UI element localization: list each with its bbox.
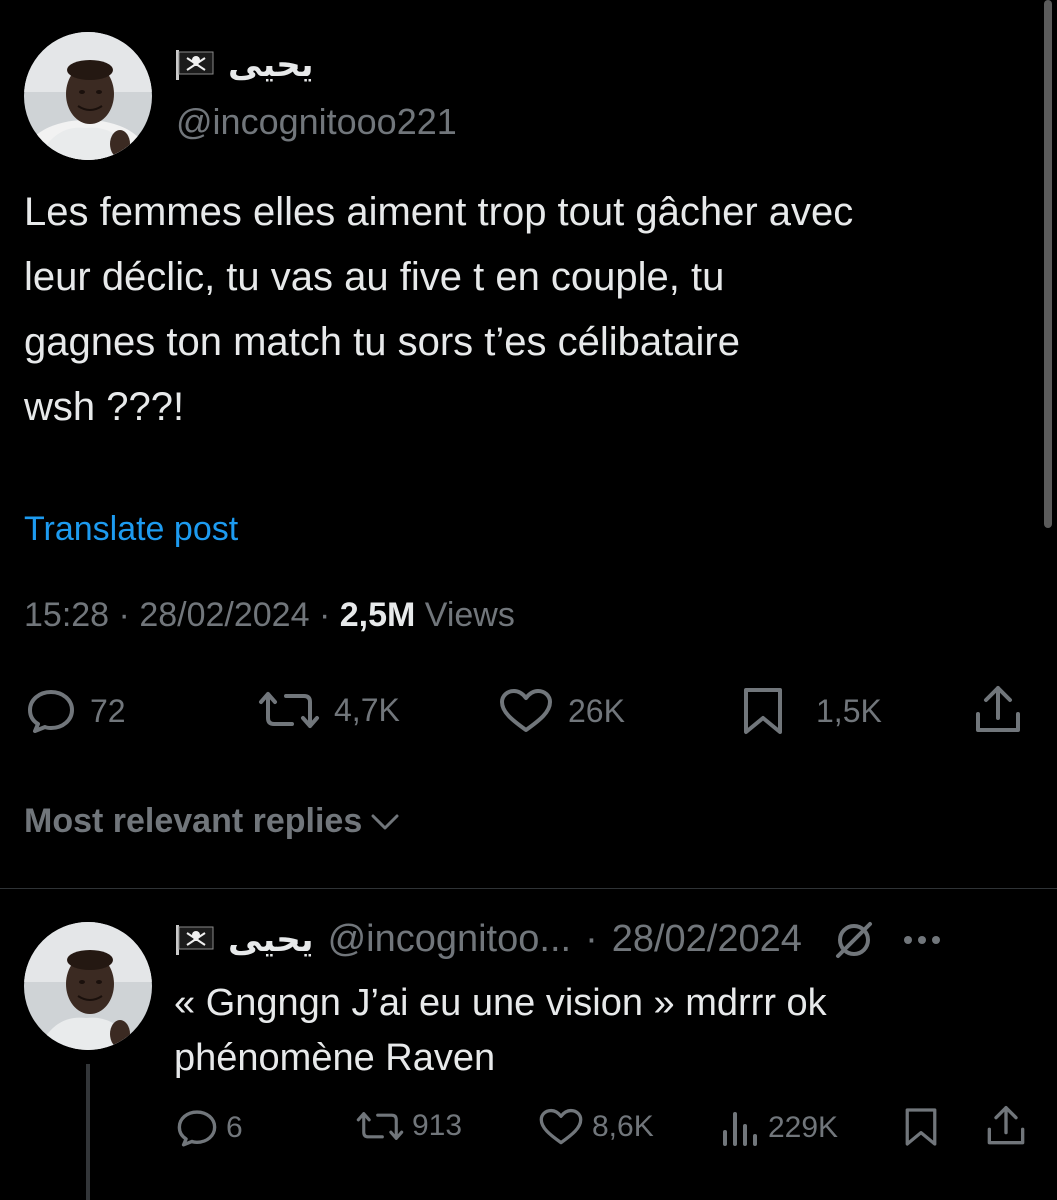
views-label: Views xyxy=(424,596,515,634)
share-icon xyxy=(987,1105,1025,1145)
reply-count: 72 xyxy=(90,692,126,729)
repost-count: 4,7K xyxy=(334,691,400,728)
thread-line xyxy=(86,1064,90,1200)
post-text: Les femmes elles aiment trop tout gâcher… xyxy=(24,190,854,429)
like-count: 26K xyxy=(568,692,625,729)
post-date: 28/02/2024 xyxy=(139,596,310,634)
reply-reply-button[interactable]: 6 xyxy=(176,1108,243,1148)
comment-icon xyxy=(177,1110,217,1147)
repost-icon xyxy=(259,692,319,728)
post-time: 15:28 xyxy=(24,596,110,634)
bookmark-button[interactable]: 1,5K xyxy=(742,686,882,736)
repost-icon xyxy=(356,1112,404,1140)
translate-post-link[interactable]: Translate post xyxy=(24,510,238,549)
reply-repost-count: 913 xyxy=(412,1109,463,1142)
divider xyxy=(0,888,1057,889)
reply-date: 28/02/2024 xyxy=(611,918,802,960)
share-icon xyxy=(976,686,1020,732)
reply-like-button[interactable]: 8,6K xyxy=(538,1108,654,1146)
reply-like-count: 8,6K xyxy=(592,1110,654,1143)
reply-reply-count: 6 xyxy=(226,1111,243,1144)
comment-icon xyxy=(28,690,74,733)
reply-text: « Gngngn J’ai eu une vision » mdrrr ok p… xyxy=(174,982,827,1079)
share-button[interactable] xyxy=(974,684,1022,736)
reply-author-name[interactable]: يحيى xyxy=(228,923,314,957)
reply-bookmark-button[interactable] xyxy=(904,1106,938,1148)
pirate-flag-icon xyxy=(176,50,214,80)
reply-repost-button[interactable]: 913 xyxy=(356,1108,462,1144)
author-handle[interactable]: @incognitooo221 xyxy=(176,104,457,140)
pirate-flag-icon xyxy=(176,924,214,955)
views-count[interactable]: 2,5M xyxy=(340,596,416,634)
no-reply-icon xyxy=(835,921,872,958)
author-name[interactable]: يحيى xyxy=(228,48,314,82)
replies-sort-dropdown[interactable]: Most relevant replies xyxy=(24,802,400,841)
bookmark-icon xyxy=(744,688,782,734)
heart-icon xyxy=(539,1108,583,1145)
scrollbar[interactable] xyxy=(1044,0,1052,528)
like-button[interactable]: 26K xyxy=(498,688,625,734)
post-meta: 15:28 · 28/02/2024 · 2,5M Views xyxy=(24,596,515,635)
reply-button[interactable]: 72 xyxy=(26,688,126,734)
avatar[interactable] xyxy=(24,32,152,160)
bar-chart-icon xyxy=(723,1112,757,1146)
chevron-down-icon xyxy=(371,814,399,829)
reply-header: يحيى @incognitoo... · 28/02/2024 xyxy=(176,918,942,961)
meta-separator: · xyxy=(118,596,130,634)
reply-avatar[interactable] xyxy=(24,922,152,1050)
heart-icon xyxy=(500,689,552,732)
meta-separator: · xyxy=(318,596,331,634)
reply-share-button[interactable] xyxy=(986,1104,1026,1148)
more-options-icon[interactable] xyxy=(902,934,942,946)
reply-views-button[interactable]: 229K xyxy=(720,1108,838,1148)
bookmark-count: 1,5K xyxy=(816,692,882,729)
meta-separator: · xyxy=(585,918,598,960)
replies-sort-label: Most relevant replies xyxy=(24,802,363,840)
reply-views-count: 229K xyxy=(768,1111,839,1144)
reply-handle[interactable]: @incognitoo... xyxy=(328,918,572,961)
author-row: يحيى xyxy=(176,48,314,82)
bookmark-icon xyxy=(905,1108,937,1146)
repost-button[interactable]: 4,7K xyxy=(258,688,400,732)
